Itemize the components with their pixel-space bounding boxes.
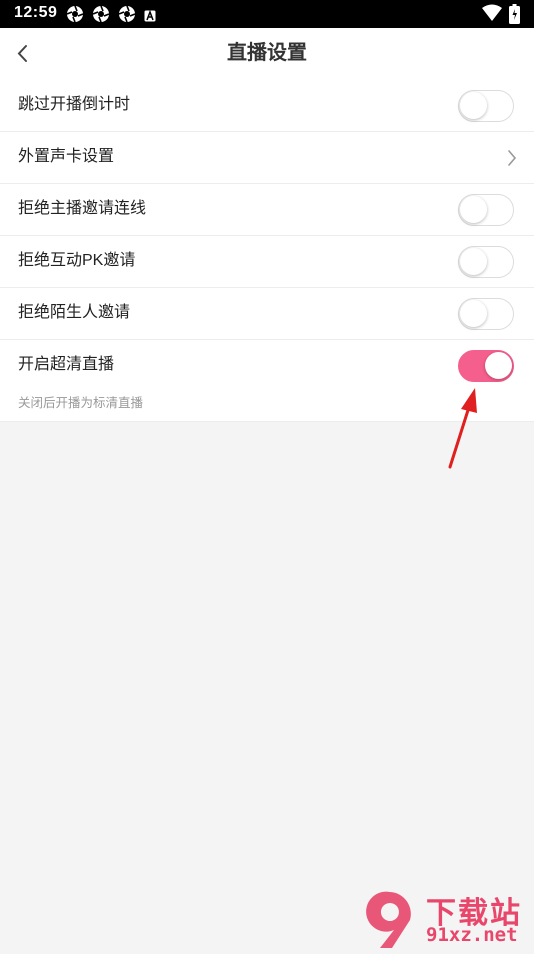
setting-row-reject-host-link: 拒绝主播邀请连线 bbox=[0, 184, 534, 236]
a-notification-icon bbox=[144, 7, 156, 26]
hd-live-toggle[interactable] bbox=[458, 350, 514, 382]
page-title: 直播设置 bbox=[227, 42, 307, 64]
chevron-right-icon bbox=[506, 149, 518, 167]
aperture-icon bbox=[66, 5, 84, 27]
setting-label: 开启超清直播 bbox=[18, 356, 115, 373]
setting-label: 拒绝主播邀请连线 bbox=[18, 200, 147, 217]
9-logo-icon bbox=[360, 890, 424, 954]
toggle-knob bbox=[460, 300, 487, 327]
setting-label: 拒绝陌生人邀请 bbox=[18, 304, 131, 321]
setting-row-reject-pk: 拒绝互动PK邀请 bbox=[0, 236, 534, 288]
toggle-knob bbox=[460, 196, 487, 223]
status-time: 12:59 bbox=[14, 4, 58, 21]
setting-row-reject-stranger: 拒绝陌生人邀请 bbox=[0, 288, 534, 340]
red-arrow-icon bbox=[440, 385, 490, 475]
setting-row-skip-countdown: 跳过开播倒计时 bbox=[0, 80, 534, 132]
setting-label: 拒绝互动PK邀请 bbox=[18, 252, 136, 269]
aperture-icon bbox=[118, 5, 136, 27]
aperture-icon bbox=[92, 5, 110, 27]
setting-hint: 关闭后开播为标清直播 bbox=[18, 396, 144, 410]
toggle-knob bbox=[460, 248, 487, 275]
status-bar: 12:59 bbox=[0, 0, 534, 28]
setting-label: 跳过开播倒计时 bbox=[18, 96, 131, 113]
wifi-icon bbox=[482, 4, 502, 26]
watermark-url: 91xz.net bbox=[426, 924, 518, 946]
reject-stranger-toggle[interactable] bbox=[458, 298, 514, 330]
reject-pk-toggle[interactable] bbox=[458, 246, 514, 278]
setting-label: 外置声卡设置 bbox=[18, 148, 115, 165]
settings-panel: 直播设置 跳过开播倒计时 外置声卡设置 拒绝主播邀请连线 拒绝互动PK邀请 拒绝… bbox=[0, 28, 534, 422]
skip-countdown-toggle[interactable] bbox=[458, 90, 514, 122]
toggle-knob bbox=[460, 92, 487, 119]
watermark: 下载站 91xz.net bbox=[360, 888, 532, 950]
battery-icon bbox=[509, 4, 520, 28]
nav-bar: 直播设置 bbox=[0, 28, 534, 80]
setting-row-sound-card[interactable]: 外置声卡设置 bbox=[0, 132, 534, 184]
reject-host-link-toggle[interactable] bbox=[458, 194, 514, 226]
toggle-knob bbox=[485, 352, 512, 379]
